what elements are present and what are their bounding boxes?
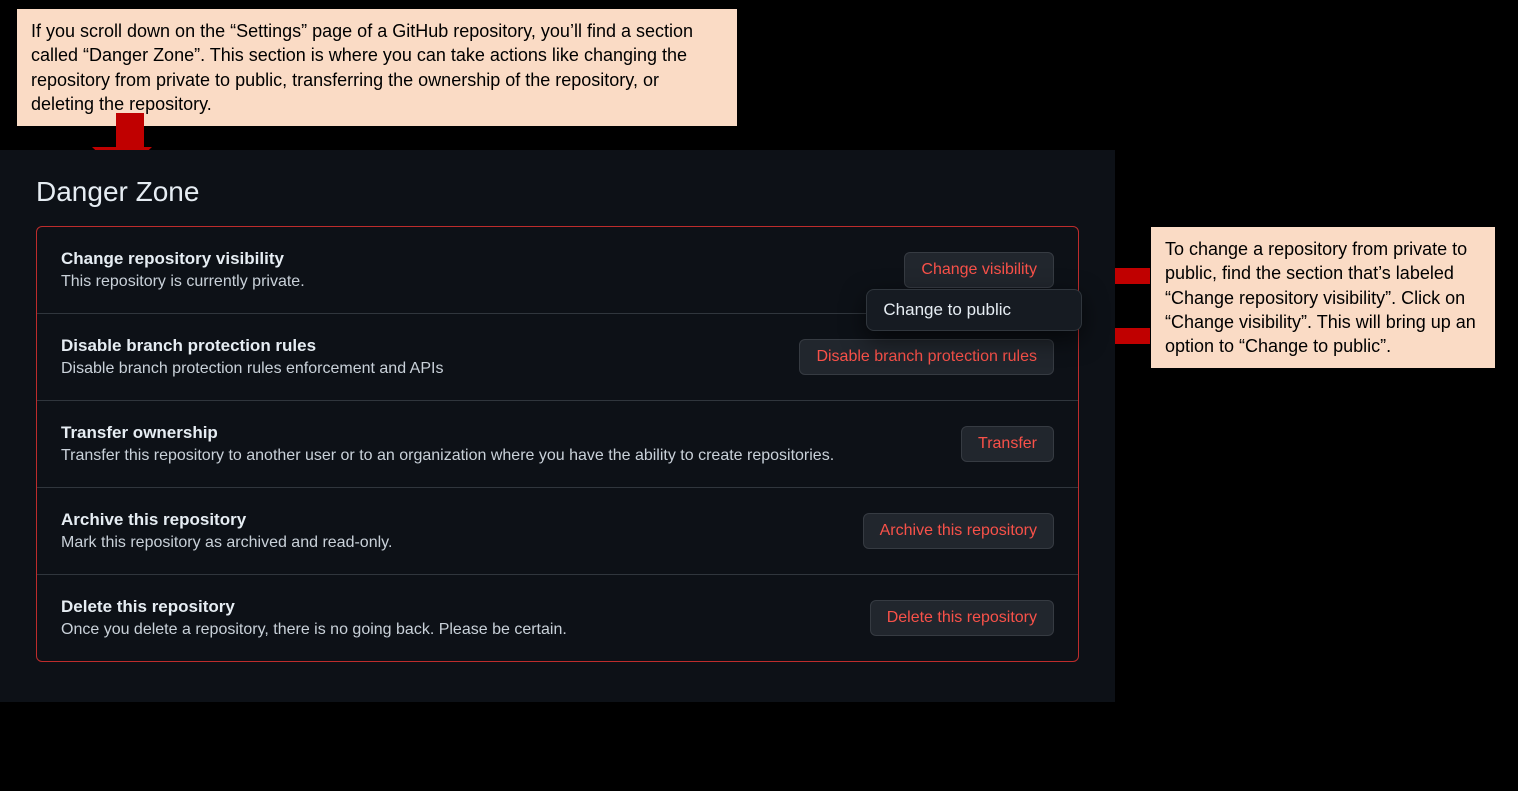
change-to-public-option[interactable]: Change to public xyxy=(866,289,1082,331)
annotation-callout-right: To change a repository from private to p… xyxy=(1150,226,1496,369)
row-description: This repository is currently private. xyxy=(61,273,305,291)
row-title: Transfer ownership xyxy=(61,423,834,443)
delete-repository-button[interactable]: Delete this repository xyxy=(870,600,1054,636)
archive-repository-button[interactable]: Archive this repository xyxy=(863,513,1054,549)
row-archive-repository: Archive this repository Mark this reposi… xyxy=(37,488,1078,575)
annotation-callout-top: If you scroll down on the “Settings” pag… xyxy=(16,8,738,127)
change-visibility-button[interactable]: Change visibility xyxy=(904,252,1054,288)
section-title: Danger Zone xyxy=(0,168,1115,220)
row-text: Delete this repository Once you delete a… xyxy=(61,597,567,639)
annotation-text: If you scroll down on the “Settings” pag… xyxy=(31,21,693,114)
row-text: Disable branch protection rules Disable … xyxy=(61,336,443,378)
row-delete-repository: Delete this repository Once you delete a… xyxy=(37,575,1078,661)
row-change-visibility: Change repository visibility This reposi… xyxy=(37,227,1078,314)
row-text: Archive this repository Mark this reposi… xyxy=(61,510,392,552)
row-text: Change repository visibility This reposi… xyxy=(61,249,305,291)
row-description: Once you delete a repository, there is n… xyxy=(61,621,567,639)
transfer-button[interactable]: Transfer xyxy=(961,426,1054,462)
danger-zone-panel: Danger Zone Change repository visibility… xyxy=(0,150,1115,702)
row-title: Delete this repository xyxy=(61,597,567,617)
row-title: Change repository visibility xyxy=(61,249,305,269)
disable-branch-protection-button[interactable]: Disable branch protection rules xyxy=(799,339,1054,375)
row-description: Disable branch protection rules enforcem… xyxy=(61,360,443,378)
danger-zone-box: Change repository visibility This reposi… xyxy=(36,226,1079,662)
row-description: Transfer this repository to another user… xyxy=(61,447,834,465)
row-title: Archive this repository xyxy=(61,510,392,530)
row-description: Mark this repository as archived and rea… xyxy=(61,534,392,552)
annotation-text: To change a repository from private to p… xyxy=(1165,239,1476,356)
row-text: Transfer ownership Transfer this reposit… xyxy=(61,423,834,465)
row-title: Disable branch protection rules xyxy=(61,336,443,356)
row-transfer-ownership: Transfer ownership Transfer this reposit… xyxy=(37,401,1078,488)
